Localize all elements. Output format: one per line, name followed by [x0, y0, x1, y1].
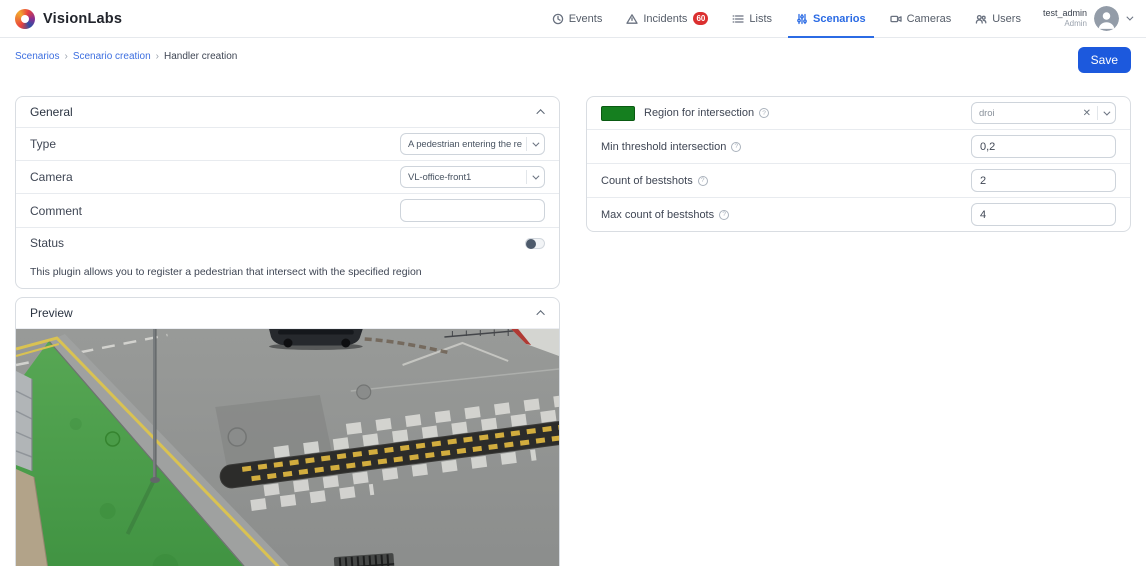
nav-label: Events: [568, 12, 603, 25]
chevron-down-icon: [1103, 108, 1111, 116]
clock-icon: [552, 13, 563, 24]
chevron-down-icon: [1126, 13, 1134, 21]
camera-select[interactable]: VL-office-front1: [400, 166, 545, 188]
nav-item-incidents[interactable]: Incidents 60: [626, 0, 709, 38]
brand[interactable]: VisionLabs: [15, 8, 123, 29]
breadcrumb-scenario-creation[interactable]: Scenario creation: [73, 51, 151, 62]
camera-select-value: VL-office-front1: [408, 171, 472, 183]
nav-label: Incidents: [643, 12, 688, 25]
breadcrumb-separator: ›: [64, 51, 68, 62]
region-select-value: droi: [979, 107, 995, 119]
save-button[interactable]: Save: [1077, 47, 1131, 73]
camera-label: Camera: [30, 170, 73, 184]
chevron-up-icon: [536, 109, 545, 118]
incidents-count-badge: 60: [693, 12, 709, 25]
min-threshold-label: Min threshold intersection: [601, 140, 727, 153]
type-label: Type: [30, 137, 57, 151]
preview-panel: Preview: [15, 297, 560, 566]
region-color-swatch: [601, 105, 635, 121]
min-threshold-input[interactable]: [971, 135, 1116, 158]
content: General Type A pedestrian entering the r…: [0, 96, 1146, 566]
bestshots-count-label: Count of bestshots: [601, 174, 693, 187]
region-select[interactable]: droi ✕: [971, 102, 1116, 124]
nav-label: Lists: [749, 12, 773, 25]
right-column: Region for intersection ? droi ✕ Min thr…: [586, 96, 1131, 232]
toolbar: Scenarios › Scenario creation › Handler …: [0, 38, 1146, 96]
panel-title: General: [30, 105, 73, 119]
users-icon: [975, 14, 987, 24]
camera-preview-image: [16, 329, 559, 566]
info-icon[interactable]: ?: [759, 108, 770, 118]
nav-label: Scenarios: [813, 12, 866, 25]
avatar: [1094, 6, 1119, 31]
user-name: test_admin: [1042, 7, 1087, 18]
clear-icon[interactable]: ✕: [1083, 108, 1091, 119]
handler-settings-panel: Region for intersection ? droi ✕ Min thr…: [586, 96, 1131, 232]
max-bestshots-label: Max count of bestshots: [601, 208, 715, 221]
comment-input[interactable]: [400, 199, 545, 222]
nav-item-scenarios[interactable]: Scenarios: [788, 0, 874, 38]
info-icon[interactable]: ?: [719, 209, 730, 220]
type-row: Type A pedestrian entering the region: [16, 127, 559, 160]
comment-label: Comment: [30, 203, 83, 218]
max-bestshots-input[interactable]: [971, 203, 1116, 226]
list-icon: [732, 14, 745, 23]
breadcrumb-handler-creation: Handler creation: [163, 51, 238, 62]
nav-item-users[interactable]: Users: [975, 0, 1021, 38]
type-select-value: A pedestrian entering the region: [408, 138, 522, 150]
general-panel-header[interactable]: General: [16, 97, 559, 127]
breadcrumb-scenarios[interactable]: Scenarios: [15, 51, 59, 62]
left-column: General Type A pedestrian entering the r…: [15, 96, 560, 566]
chevron-down-icon: [532, 139, 540, 147]
user-menu[interactable]: test_admin Admin: [1043, 6, 1134, 31]
status-row: Status: [16, 227, 559, 258]
nav-item-cameras[interactable]: Cameras: [889, 0, 952, 38]
user-role: Admin: [1064, 19, 1087, 29]
camera-row: Camera VL-office-front1: [16, 160, 559, 193]
nav-item-events[interactable]: Events: [552, 0, 603, 38]
type-select[interactable]: A pedestrian entering the region: [400, 133, 545, 155]
breadcrumb: Scenarios › Scenario creation › Handler …: [15, 51, 237, 62]
main-nav: Events Incidents 60 Lists Scenarios Came…: [552, 0, 1021, 38]
chevron-up-icon: [536, 310, 545, 319]
user-info: test_admin Admin: [1043, 8, 1087, 29]
panel-title: Preview: [30, 306, 73, 320]
sliders-icon: [797, 13, 807, 24]
visionlabs-logo-icon: [15, 8, 35, 29]
warning-icon: [626, 13, 639, 24]
region-row: Region for intersection ? droi ✕: [587, 97, 1130, 129]
nav-label: Cameras: [906, 12, 952, 25]
nav-item-lists[interactable]: Lists: [732, 0, 772, 38]
camera-icon: [889, 15, 902, 22]
breadcrumb-separator: ›: [155, 51, 159, 62]
max-bestshots-row: Max count of bestshots ?: [587, 197, 1130, 231]
preview-panel-header[interactable]: Preview: [16, 298, 559, 329]
bestshots-count-input[interactable]: [971, 169, 1116, 192]
status-toggle[interactable]: [525, 237, 545, 249]
general-panel: General Type A pedestrian entering the r…: [15, 96, 560, 289]
region-label: Region for intersection: [644, 107, 755, 119]
bestshots-count-row: Count of bestshots ?: [587, 163, 1130, 197]
status-label: Status: [30, 236, 65, 250]
info-icon[interactable]: ?: [731, 141, 742, 152]
min-threshold-row: Min threshold intersection ?: [587, 129, 1130, 163]
nav-label: Users: [992, 12, 1021, 25]
comment-row: Comment: [16, 193, 559, 227]
chevron-down-icon: [532, 172, 540, 180]
plugin-description: This plugin allows you to register a ped…: [30, 266, 422, 278]
top-navigation-bar: VisionLabs Events Incidents 60 Lists Sce…: [0, 0, 1146, 38]
info-icon[interactable]: ?: [697, 175, 708, 186]
brand-name: VisionLabs: [43, 10, 123, 27]
